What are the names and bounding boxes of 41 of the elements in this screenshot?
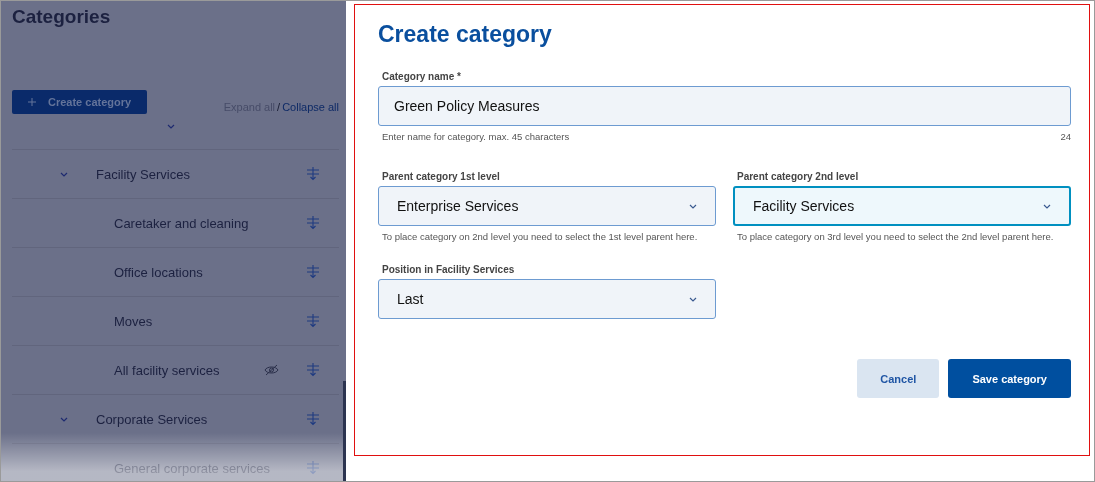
select-field[interactable]: Facility Services (733, 186, 1071, 226)
character-count: 24 (1060, 131, 1071, 142)
scrollbar-thumb[interactable] (343, 381, 346, 481)
field-hint: To place category on 3rd level you need to select the 2nd level parent here. (737, 231, 1054, 242)
collapse-all-link[interactable]: Collapse all (282, 101, 339, 113)
chevron-down-icon[interactable] (689, 203, 697, 209)
chevron-down-icon[interactable] (1043, 203, 1051, 209)
move-icon[interactable] (307, 363, 319, 377)
select-field[interactable]: Last (378, 279, 716, 319)
save-button[interactable]: Save category (948, 359, 1071, 398)
eye-off-icon[interactable] (264, 364, 279, 376)
category-name[interactable]: Moves (96, 313, 307, 329)
dialog-title: Create category (378, 21, 553, 48)
cancel-button[interactable]: Cancel (857, 359, 940, 398)
chevron-down-icon[interactable] (166, 124, 175, 129)
field-label: Category name * (382, 71, 462, 82)
field-hint: Enter name for category. max. 45 characters (382, 131, 570, 142)
category-name[interactable]: Corporate Services (96, 411, 307, 427)
move-icon[interactable] (307, 167, 319, 181)
field-label: Position in Facility Services (382, 264, 516, 275)
chevron-down-icon[interactable] (60, 171, 68, 177)
plus-icon (28, 98, 36, 106)
category-name[interactable]: Facility Services (96, 166, 307, 182)
create-category-button[interactable]: Create category (12, 90, 148, 114)
field-hint: To place category on 2nd level you need to select the 1st level parent here. (382, 231, 698, 242)
page-title: Categories (12, 6, 112, 28)
select-field[interactable]: Enterprise Services (378, 186, 716, 226)
category-name[interactable]: Caretaker and cleaning (96, 215, 307, 231)
move-icon[interactable] (307, 216, 319, 230)
move-icon[interactable] (307, 461, 319, 475)
category-name[interactable]: Office locations (96, 264, 307, 280)
move-icon[interactable] (307, 412, 319, 426)
chevron-down-icon[interactable] (60, 416, 68, 422)
field-label: Parent category 1st level (382, 171, 501, 182)
category-name[interactable]: All facility services (96, 362, 264, 378)
move-icon[interactable] (307, 314, 319, 328)
chevron-down-icon[interactable] (689, 296, 697, 302)
move-icon[interactable] (307, 265, 319, 279)
separator: / (277, 101, 281, 113)
category-name-field[interactable]: Green Policy Measures (378, 86, 1071, 126)
field-label: Parent category 2nd level (737, 171, 860, 182)
